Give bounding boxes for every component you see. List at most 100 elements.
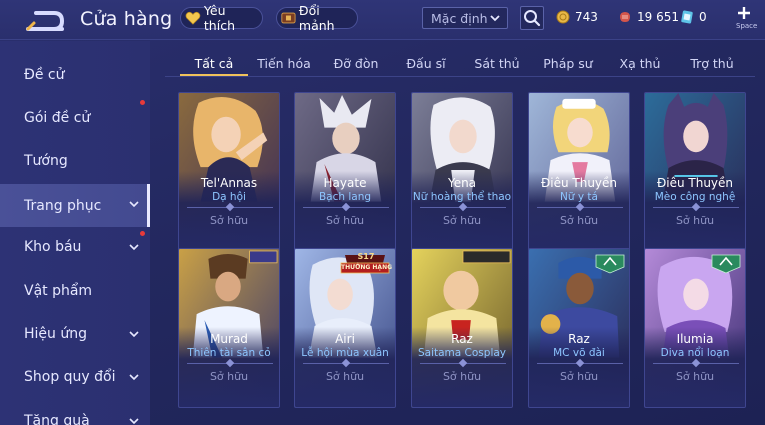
sidebar-item-label: Tướng [24,153,68,169]
owned-status: Sở hữu [675,214,715,227]
sidebar-item-effects[interactable]: Hiệu ứng [0,314,150,354]
tab-all[interactable]: Tất cả [180,50,248,76]
skin-card[interactable]: Tel'Annas Dạ hội Sở hữu [178,92,280,252]
plus-icon[interactable] [737,6,751,20]
skin-card[interactable]: Ilumia Diva nổi loạn Sở hữu [644,248,746,408]
skin-name: Diva nổi loạn [660,347,730,359]
tab-mage[interactable]: Pháp sư [538,50,598,76]
sidebar-item-label: Shop quy đổi [24,369,116,385]
sidebar-item-label: Kho báu [24,239,82,255]
hero-name: Murad [210,332,248,346]
skin-card[interactable]: S17 THƯỞNG HẠNG Airi Lễ hội mùa xuân Sở … [294,248,396,408]
hero-name: Tel'Annas [200,176,258,190]
skin-name: Dạ hội [212,191,246,203]
tab-support[interactable]: Trợ thủ [682,50,742,76]
owned-status: Sở hữu [442,370,482,383]
skin-name: MC võ đài [553,347,605,359]
chevron-down-icon [129,201,139,208]
skin-name: Saitama Cosplay [417,347,507,359]
sidebar-item-gift[interactable]: Tặng quà [0,401,150,425]
skin-name: Lễ hội mùa xuân [301,347,389,359]
season-badge-label: S17 [357,252,375,261]
skin-card[interactable]: Raz MC võ đài Sở hữu [528,248,630,408]
hero-name: Yena [447,176,477,190]
skin-name: Thiên tài sân cỏ [187,347,271,359]
sort-dropdown[interactable]: Mặc định [422,7,508,29]
skin-name: Bạch lang [318,191,372,203]
skin-card[interactable]: Raz Saitama Cosplay Sở hữu [411,248,513,408]
owned-status: Sở hữu [325,370,365,383]
active-tab-indicator [180,74,248,76]
fragment-exchange-button[interactable]: Đổi mảnh [276,3,358,33]
hero-name: Airi [335,332,355,346]
search-button[interactable] [520,6,544,30]
favorite-label: Yêu thích [203,3,235,33]
notification-dot [140,100,145,105]
fragment-chest-icon [281,12,296,24]
sort-value: Mặc định [431,10,488,26]
skin-card[interactable]: Murad Thiên tài sân cỏ Sở hữu [178,248,280,408]
tab-assassin[interactable]: Sát thủ [468,50,526,76]
fragment-label: Đổi mảnh [298,3,335,33]
top-bar: Cửa hàng Yêu thích Đổi mảnh Mặc định 743 [0,0,765,40]
hero-name: Điêu Thuyền [540,176,618,190]
sidebar-item-label: Đề cử [24,67,65,83]
space-hint: Space [736,22,758,30]
page-title: Cửa hàng [80,8,173,30]
owned-status: Sở hữu [209,214,249,227]
sidebar-item-recommended-packs[interactable]: Gói đề cử [0,98,150,138]
tab-evolution[interactable]: Tiến hóa [252,50,316,76]
sidebar-item-recommended[interactable]: Đề cử [0,55,150,95]
owned-status: Sở hữu [559,214,599,227]
owned-status: Sở hữu [559,370,599,383]
owned-status: Sở hữu [675,370,715,383]
owned-status: Sở hữu [442,214,482,227]
voucher-balance: 19 651 [618,8,679,26]
chevron-down-icon [490,15,500,22]
hero-name: Ilumia [676,332,714,346]
heart-icon [185,11,201,25]
chevron-down-icon [129,374,139,381]
favorite-button[interactable]: Yêu thích [180,3,263,33]
rank-badge-label: THƯỞNG HẠNG [341,264,393,271]
tab-marksman[interactable]: Xạ thủ [612,50,668,76]
hero-name: Điêu Thuyền [656,176,734,190]
back-arrow-icon[interactable] [22,8,66,34]
sidebar-item-exchange-shop[interactable]: Shop quy đổi [0,357,150,397]
owned-status: Sở hữu [209,370,249,383]
ticket-amount: 0 [699,10,707,24]
sidebar-item-heroes[interactable]: Tướng [0,141,150,181]
tab-fighter[interactable]: Đấu sĩ [398,50,454,76]
skin-card[interactable]: Điêu Thuyền Nữ y tá Sở hữu [528,92,630,252]
sidebar: Đề cử Gói đề cử Tướng Trang phục Kho báu… [0,41,150,425]
skin-card[interactable]: Hayate Bạch lang Sở hữu [294,92,396,252]
sidebar-item-treasure[interactable]: Kho báu [0,227,150,267]
chevron-down-icon [129,331,139,338]
skin-card[interactable]: Yena Nữ hoàng thể thao Sở hữu [411,92,513,252]
hero-name: Raz [568,332,590,346]
chevron-down-icon [129,244,139,251]
sidebar-item-label: Trang phục [24,197,102,214]
sidebar-item-label: Gói đề cử [24,110,91,126]
hero-name: Hayate [323,176,367,190]
hero-name: Raz [451,332,473,346]
skin-card[interactable]: Điêu Thuyền Mèo công nghệ Sở hữu [644,92,746,252]
ticket-balance: 0 [680,8,707,26]
rank-badge-icon [711,254,741,274]
ticket-icon [681,10,693,24]
owned-status: Sở hữu [325,214,365,227]
skin-name: Mèo công nghệ [654,191,736,203]
tab-tank[interactable]: Đỡ đòn [326,50,386,76]
voucher-icon [620,12,630,22]
voucher-amount: 19 651 [637,10,679,24]
sidebar-item-items[interactable]: Vật phẩm [0,271,150,311]
notification-dot [140,231,145,236]
sidebar-item-label: Hiệu ứng [24,326,87,342]
sidebar-item-label: Tặng quà [24,413,90,425]
sidebar-item-skins[interactable]: Trang phục [0,184,150,227]
skin-name: Nữ y tá [560,191,598,203]
gold-coin-icon [556,10,570,24]
sidebar-item-label: Vật phẩm [24,283,93,299]
tab-divider [165,76,755,77]
skin-name: Nữ hoàng thể thao [412,191,512,203]
